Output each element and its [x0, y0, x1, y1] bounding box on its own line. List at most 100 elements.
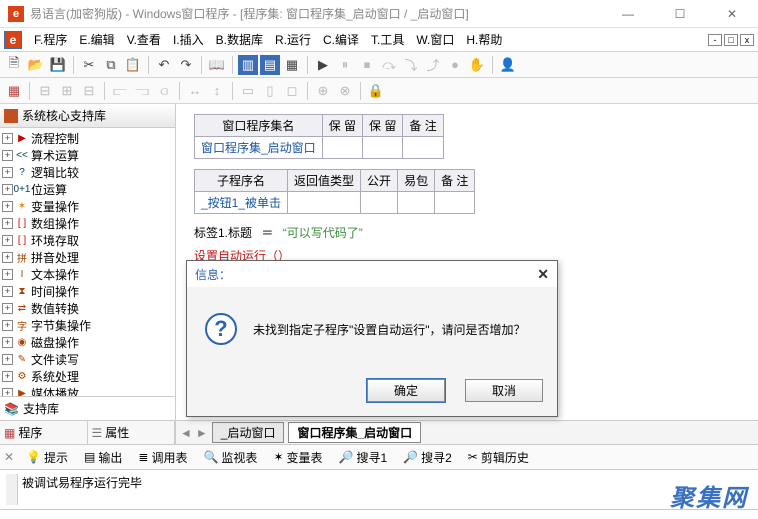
tree-item[interactable]: +字字节集操作: [2, 317, 173, 334]
tab-callstack[interactable]: ≣调用表: [130, 446, 195, 469]
size2-icon[interactable]: ▯: [260, 81, 280, 101]
menu-run[interactable]: R.运行: [269, 29, 317, 50]
lock-icon[interactable]: 🔒: [366, 81, 386, 101]
mdi-max-icon[interactable]: □: [724, 34, 738, 46]
cell-procset-name[interactable]: 窗口程序集_启动窗口: [195, 137, 323, 159]
menu-database[interactable]: B.数据库: [210, 29, 269, 50]
tree-item[interactable]: +0+1位运算: [2, 181, 173, 198]
menu-window[interactable]: W.窗口: [410, 29, 460, 50]
expand-icon[interactable]: +: [2, 167, 13, 178]
tree-item[interactable]: +⚙系统处理: [2, 368, 173, 385]
align-icon[interactable]: ⊟: [35, 81, 55, 101]
cell[interactable]: [398, 192, 435, 214]
cell-subproc-name[interactable]: _按钮1_被单击: [195, 192, 288, 214]
tab-nav-right-icon[interactable]: ►: [196, 426, 208, 440]
size3-icon[interactable]: ◻: [282, 81, 302, 101]
expand-icon[interactable]: +: [2, 269, 13, 280]
expand-icon[interactable]: +: [2, 337, 13, 348]
open-icon[interactable]: 📂: [26, 55, 46, 75]
sidebar-tab-property[interactable]: ☰ 属性: [88, 421, 176, 444]
expand-icon[interactable]: +: [2, 201, 13, 212]
save-icon[interactable]: 💾: [48, 55, 68, 75]
align4-icon[interactable]: ⫍: [110, 81, 130, 101]
tree-item[interactable]: +[ ]环境存取: [2, 232, 173, 249]
mdi-close-icon[interactable]: x: [740, 34, 754, 46]
ok-button[interactable]: 确定: [367, 379, 445, 402]
expand-icon[interactable]: +: [2, 150, 13, 161]
menu-tools[interactable]: T.工具: [365, 29, 410, 50]
editor-tab-1[interactable]: _启动窗口: [212, 422, 285, 443]
center1-icon[interactable]: ⊕: [313, 81, 333, 101]
table-row[interactable]: 窗口程序集_启动窗口: [195, 137, 444, 159]
menu-insert[interactable]: I.插入: [167, 29, 210, 50]
stop-icon[interactable]: ⏹: [357, 55, 377, 75]
book-icon[interactable]: 📖: [207, 55, 227, 75]
align3-icon[interactable]: ⊟: [79, 81, 99, 101]
tree-item[interactable]: +▶媒体播放: [2, 385, 173, 396]
pause-icon[interactable]: ⏸: [335, 55, 355, 75]
sidebar-footer[interactable]: 📚 支持库: [0, 396, 175, 420]
center2-icon[interactable]: ⊗: [335, 81, 355, 101]
tab-watch[interactable]: 🔍监视表: [195, 446, 265, 469]
align8-icon[interactable]: ↕: [207, 81, 227, 101]
tab-search2[interactable]: 🔎搜寻2: [395, 446, 460, 469]
run-icon[interactable]: ▶: [313, 55, 333, 75]
person-icon[interactable]: 👤: [498, 55, 518, 75]
tab-nav-left-icon[interactable]: ◄: [180, 426, 192, 440]
tree-item[interactable]: +?逻辑比较: [2, 164, 173, 181]
cut-icon[interactable]: ✂: [79, 55, 99, 75]
tree-item[interactable]: +I文本操作: [2, 266, 173, 283]
expand-icon[interactable]: +: [2, 218, 13, 229]
form-icon[interactable]: ▦: [4, 81, 24, 101]
menu-program[interactable]: F.程序: [28, 29, 73, 50]
align6-icon[interactable]: ⫏: [154, 81, 174, 101]
cell[interactable]: [322, 137, 362, 159]
editor-tab-2[interactable]: 窗口程序集_启动窗口: [288, 422, 421, 443]
expand-icon[interactable]: +: [2, 184, 13, 195]
panel2-icon[interactable]: ▤: [260, 55, 280, 75]
expand-icon[interactable]: +: [2, 371, 13, 382]
tab-vars[interactable]: ✶变量表: [265, 446, 330, 469]
dialog-close-icon[interactable]: ✕: [537, 266, 549, 283]
tab-search1[interactable]: 🔎搜寻1: [331, 446, 396, 469]
hand-icon[interactable]: ✋: [467, 55, 487, 75]
close-button[interactable]: ✕: [714, 4, 750, 24]
undo-icon[interactable]: ↶: [154, 55, 174, 75]
copy-icon[interactable]: ⧉: [101, 55, 121, 75]
panel-close-icon[interactable]: ✕: [4, 450, 14, 464]
menu-view[interactable]: V.查看: [121, 29, 167, 50]
panel3-icon[interactable]: ▦: [282, 55, 302, 75]
align2-icon[interactable]: ⊞: [57, 81, 77, 101]
expand-icon[interactable]: +: [2, 354, 13, 365]
step-into-icon[interactable]: ⤵: [401, 55, 421, 75]
tab-tip[interactable]: 💡提示: [18, 446, 76, 469]
align7-icon[interactable]: ↔: [185, 81, 205, 101]
tree-item[interactable]: +[ ]数组操作: [2, 215, 173, 232]
expand-icon[interactable]: +: [2, 133, 13, 144]
expand-icon[interactable]: +: [2, 320, 13, 331]
expand-icon[interactable]: +: [2, 252, 13, 263]
expand-icon[interactable]: +: [2, 303, 13, 314]
step-over-icon[interactable]: ⤼: [379, 55, 399, 75]
tree-item[interactable]: +⇄数值转换: [2, 300, 173, 317]
panel1-icon[interactable]: ▥: [238, 55, 258, 75]
cancel-button[interactable]: 取消: [465, 379, 543, 402]
expand-icon[interactable]: +: [2, 235, 13, 246]
breakpoint-icon[interactable]: ●: [445, 55, 465, 75]
step-out-icon[interactable]: ⤴: [423, 55, 443, 75]
cell[interactable]: [361, 192, 398, 214]
align5-icon[interactable]: ⫎: [132, 81, 152, 101]
minimize-button[interactable]: —: [610, 4, 646, 24]
expand-icon[interactable]: +: [2, 286, 13, 297]
expand-icon[interactable]: +: [2, 388, 13, 396]
cell[interactable]: [363, 137, 403, 159]
tree-item[interactable]: +⧗时间操作: [2, 283, 173, 300]
tree-item[interactable]: +▶流程控制: [2, 130, 173, 147]
paste-icon[interactable]: 📋: [123, 55, 143, 75]
cell[interactable]: [288, 192, 361, 214]
menu-edit[interactable]: E.编辑: [73, 29, 120, 50]
table-row[interactable]: _按钮1_被单击: [195, 192, 475, 214]
tree-item[interactable]: +✎文件读写: [2, 351, 173, 368]
cell[interactable]: [403, 137, 443, 159]
tree-item[interactable]: +<<算术运算: [2, 147, 173, 164]
